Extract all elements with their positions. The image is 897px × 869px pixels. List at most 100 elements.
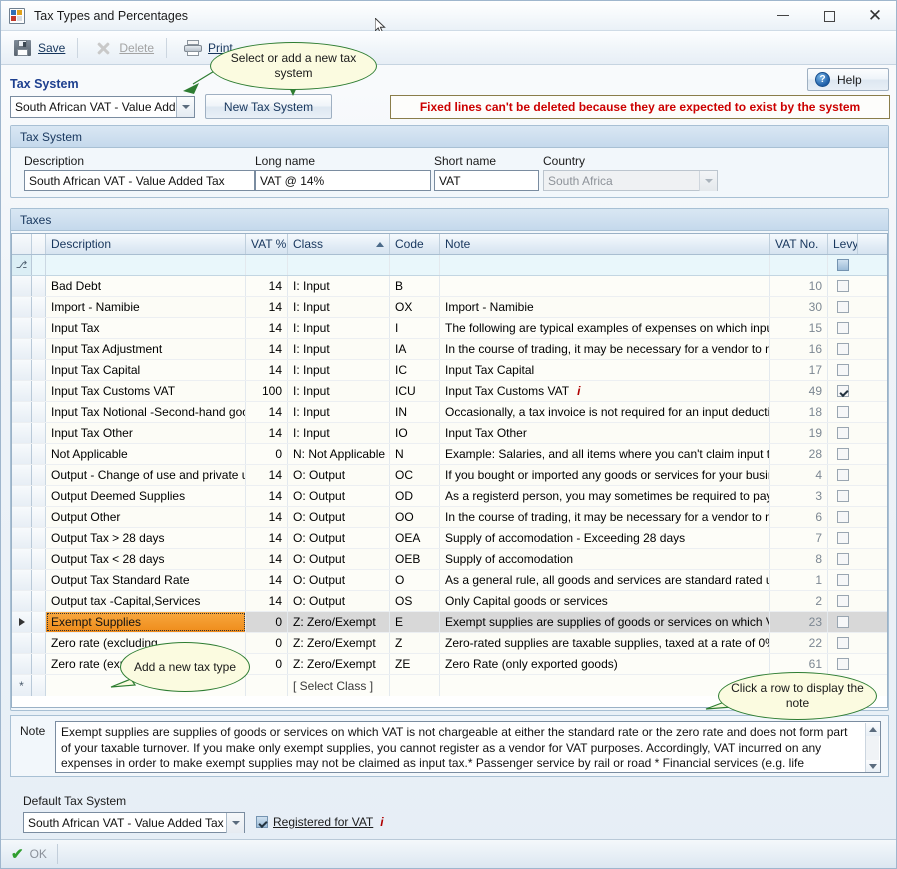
cell-levy[interactable] <box>828 297 858 317</box>
close-button[interactable]: ✕ <box>852 1 896 31</box>
cell-code[interactable]: OS <box>390 591 440 611</box>
cell-class[interactable]: Z: Zero/Exempt <box>288 612 390 632</box>
table-row[interactable]: Bad Debt 14 I: Input B 10 <box>12 276 887 297</box>
cell-levy[interactable] <box>828 486 858 506</box>
table-row[interactable]: Input Tax Adjustment 14 I: Input IA In the c… <box>12 339 887 360</box>
cell-vat-percent[interactable]: 14 <box>246 591 288 611</box>
cell-note[interactable]: In the course of trading, it may be nece… <box>440 507 770 527</box>
grid-header-description[interactable]: Description <box>46 234 246 254</box>
cell-levy[interactable] <box>828 549 858 569</box>
grid-header-note[interactable]: Note <box>440 234 770 254</box>
cell-class[interactable]: I: Input <box>288 276 390 296</box>
table-row[interactable]: Output Tax Standard Rate 14 O: Output O As a… <box>12 570 887 591</box>
cell-class[interactable]: O: Output <box>288 507 390 527</box>
cell-code[interactable]: IN <box>390 402 440 422</box>
cell-note[interactable]: Exempt supplies are supplies of goods or… <box>440 612 770 632</box>
cell-levy[interactable] <box>828 276 858 296</box>
cell-levy[interactable] <box>828 654 858 674</box>
row-selector[interactable] <box>32 444 46 464</box>
cell-note[interactable]: Supply of accomodation - Exceeding 28 da… <box>440 528 770 548</box>
cell-note[interactable]: Input Tax Other <box>440 423 770 443</box>
grid-header-class[interactable]: Class <box>288 234 390 254</box>
row-selector[interactable] <box>32 297 46 317</box>
cell-code[interactable]: OO <box>390 507 440 527</box>
cell-levy[interactable] <box>828 318 858 338</box>
table-row[interactable]: Exempt Supplies 0 Z: Zero/Exempt E Exempt su… <box>12 612 887 633</box>
cell-class[interactable]: O: Output <box>288 591 390 611</box>
row-selector[interactable] <box>32 423 46 443</box>
filter-note-input[interactable] <box>440 255 770 275</box>
cell-description[interactable]: Output tax -Capital,Services <box>46 591 246 611</box>
cell-levy[interactable] <box>828 591 858 611</box>
cell-description[interactable]: Input Tax Notional -Second-hand goods <box>46 402 246 422</box>
cell-note[interactable]: Import - Namibie <box>440 297 770 317</box>
cell-levy[interactable] <box>828 507 858 527</box>
cell-levy[interactable] <box>828 444 858 464</box>
cell-description[interactable]: Not Applicable <box>46 444 246 464</box>
country-field[interactable]: South Africa <box>543 170 718 191</box>
table-row[interactable]: Not Applicable 0 N: Not Applicable N Example… <box>12 444 887 465</box>
taxes-grid[interactable]: Description VAT % Class Code Note VAT No… <box>11 233 888 708</box>
table-row[interactable]: Output Tax < 28 days 14 O: Output OEB Supply… <box>12 549 887 570</box>
table-row[interactable]: Output tax -Capital,Services 14 O: Output O… <box>12 591 887 612</box>
cell-code[interactable]: OD <box>390 486 440 506</box>
new-record-vat[interactable] <box>246 675 288 696</box>
cell-note[interactable] <box>440 276 770 296</box>
table-row[interactable]: Output - Change of use and private use 14… <box>12 465 887 486</box>
cell-vat-percent[interactable]: 0 <box>246 654 288 674</box>
cell-description[interactable]: Input Tax Adjustment <box>46 339 246 359</box>
row-selector[interactable] <box>32 276 46 296</box>
cell-description[interactable]: Exempt Supplies <box>46 612 246 632</box>
row-selector[interactable] <box>32 570 46 590</box>
default-chevron-down-icon[interactable] <box>226 813 244 833</box>
cell-vat-percent[interactable]: 14 <box>246 507 288 527</box>
cell-levy[interactable] <box>828 381 858 401</box>
cell-code[interactable]: OC <box>390 465 440 485</box>
minimize-button[interactable] <box>760 1 806 31</box>
table-row[interactable]: Input Tax Customs VAT 100 I: Input ICU Input… <box>12 381 887 402</box>
delete-button[interactable]: Delete <box>86 35 162 61</box>
cell-code[interactable]: N <box>390 444 440 464</box>
short-name-field[interactable]: VAT <box>434 170 539 191</box>
row-selector[interactable] <box>32 318 46 338</box>
cell-vat-percent[interactable]: 14 <box>246 549 288 569</box>
cell-code[interactable]: O <box>390 570 440 590</box>
cell-code[interactable]: ZE <box>390 654 440 674</box>
cell-class[interactable]: O: Output <box>288 570 390 590</box>
row-selector[interactable] <box>32 591 46 611</box>
cell-note[interactable]: As a general rule, all goods and service… <box>440 570 770 590</box>
note-textbox[interactable]: Exempt supplies are supplies of goods or… <box>55 721 881 773</box>
table-row[interactable]: Input Tax Notional -Second-hand goods 14 I… <box>12 402 887 423</box>
cell-code[interactable]: B <box>390 276 440 296</box>
cell-description[interactable]: Output Tax > 28 days <box>46 528 246 548</box>
cell-description[interactable]: Output Deemed Supplies <box>46 486 246 506</box>
cell-vat-percent[interactable]: 14 <box>246 276 288 296</box>
cell-vat-percent[interactable]: 14 <box>246 402 288 422</box>
cell-vat-percent[interactable]: 14 <box>246 339 288 359</box>
cell-description[interactable]: Output - Change of use and private use <box>46 465 246 485</box>
cell-note[interactable]: Only Capital goods or services <box>440 591 770 611</box>
cell-levy[interactable] <box>828 360 858 380</box>
cell-levy[interactable] <box>828 423 858 443</box>
table-row[interactable]: Import - Namibie 14 I: Input OX Import - Nam… <box>12 297 887 318</box>
cell-note[interactable]: Supply of accomodation <box>440 549 770 569</box>
cell-code[interactable]: OEB <box>390 549 440 569</box>
cell-levy[interactable] <box>828 612 858 632</box>
row-selector[interactable] <box>32 633 46 653</box>
save-button[interactable]: Save <box>5 35 73 61</box>
country-chevron-down-icon[interactable] <box>699 171 717 191</box>
cell-class[interactable]: I: Input <box>288 339 390 359</box>
grid-header-code[interactable]: Code <box>390 234 440 254</box>
cell-note[interactable]: As a registerd person, you may sometimes… <box>440 486 770 506</box>
cell-description[interactable]: Import - Namibie <box>46 297 246 317</box>
cell-code[interactable]: IO <box>390 423 440 443</box>
cell-class[interactable]: N: Not Applicable <box>288 444 390 464</box>
row-selector[interactable] <box>32 507 46 527</box>
table-row[interactable]: Input Tax Other 14 I: Input IO Input Tax Oth… <box>12 423 887 444</box>
grid-header-vat-no[interactable]: VAT No. <box>770 234 828 254</box>
row-selector[interactable] <box>32 612 46 632</box>
new-record-code[interactable] <box>390 675 440 696</box>
cell-vat-percent[interactable]: 0 <box>246 633 288 653</box>
cell-vat-percent[interactable]: 14 <box>246 297 288 317</box>
cell-class[interactable]: O: Output <box>288 486 390 506</box>
